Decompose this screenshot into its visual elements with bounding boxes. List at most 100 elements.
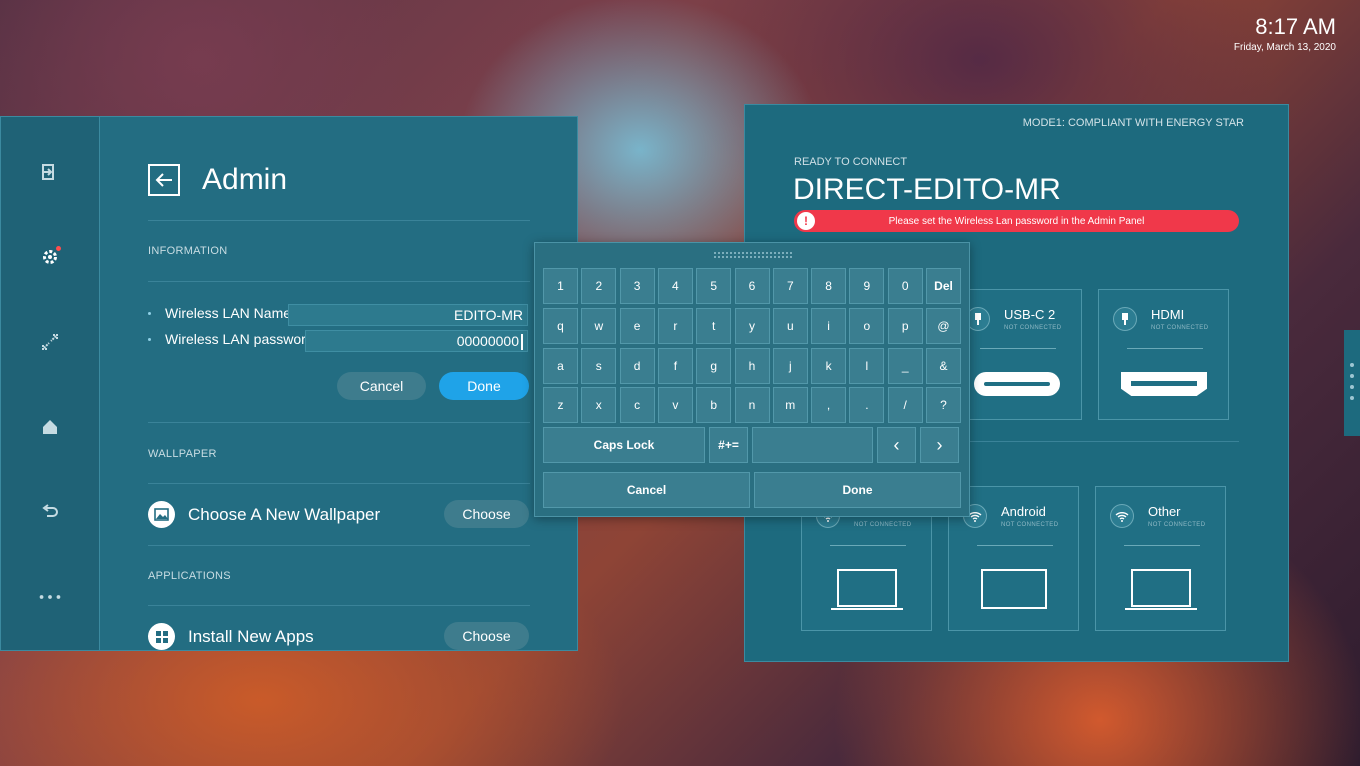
keyboard-key[interactable]: 3 bbox=[619, 268, 655, 304]
keyboard-key[interactable]: s bbox=[581, 347, 617, 384]
laptop-icon bbox=[837, 569, 897, 607]
keyboard-key[interactable]: i bbox=[811, 307, 847, 344]
keyboard-key[interactable]: 9 bbox=[849, 268, 885, 304]
undo-icon[interactable] bbox=[39, 501, 61, 523]
keyboard-key[interactable]: j bbox=[772, 347, 808, 384]
choose-apps-button[interactable]: Choose bbox=[444, 622, 529, 650]
keyboard-key[interactable]: f bbox=[657, 347, 693, 384]
wlan-password-label: Wireless LAN password: bbox=[165, 331, 318, 347]
keyboard-key[interactable]: d bbox=[619, 347, 655, 384]
keyboard-key[interactable]: / bbox=[887, 387, 923, 424]
done-button[interactable]: Done bbox=[439, 372, 529, 400]
keyboard-key[interactable]: c bbox=[619, 387, 655, 424]
alert-bar[interactable]: ! Please set the Wireless Lan password i… bbox=[794, 210, 1239, 232]
divider bbox=[980, 348, 1056, 349]
keyboard-key[interactable]: . bbox=[849, 387, 885, 424]
back-arrow-icon[interactable] bbox=[148, 164, 180, 196]
divider bbox=[148, 605, 530, 606]
divider bbox=[148, 422, 530, 423]
keyboard-key[interactable]: x bbox=[581, 387, 617, 424]
source-status: NOT CONNECTED bbox=[1004, 325, 1062, 331]
keyboard-key[interactable]: e bbox=[619, 307, 655, 344]
cursor-right-key[interactable]: › bbox=[920, 427, 959, 463]
on-screen-keyboard: 1 2 3 4 5 6 7 8 9 0 Del q w e r t y u i o p @ a s d f g h j k l _ & z x c v b… bbox=[534, 242, 970, 517]
side-drawer-handle[interactable] bbox=[1344, 330, 1360, 436]
keyboard-key[interactable]: k bbox=[811, 347, 847, 384]
source-card-usbc[interactable]: USB-C 2 NOT CONNECTED bbox=[951, 289, 1082, 420]
choose-wallpaper-button[interactable]: Choose bbox=[444, 500, 529, 528]
keyboard-key[interactable]: 6 bbox=[734, 268, 770, 304]
drag-handle[interactable] bbox=[713, 251, 793, 259]
delete-key[interactable]: Del bbox=[926, 268, 961, 304]
more-icon[interactable] bbox=[39, 586, 61, 608]
keyboard-key[interactable]: o bbox=[849, 307, 885, 344]
keyboard-key[interactable]: r bbox=[657, 307, 693, 344]
symbols-key[interactable]: #+= bbox=[709, 427, 748, 463]
keyboard-key[interactable]: a bbox=[543, 347, 578, 384]
keyboard-key[interactable]: , bbox=[811, 387, 847, 424]
bullet bbox=[148, 337, 151, 341]
keyboard-key[interactable]: m bbox=[772, 387, 808, 424]
keyboard-key[interactable]: 5 bbox=[696, 268, 732, 304]
hdmi-icon bbox=[1113, 307, 1137, 331]
gear-icon[interactable] bbox=[39, 246, 61, 268]
cursor-left-key[interactable]: ‹ bbox=[877, 427, 916, 463]
keyboard-key[interactable]: g bbox=[696, 347, 732, 384]
screen-share-icon[interactable] bbox=[39, 331, 61, 353]
source-status: NOT CONNECTED bbox=[1001, 522, 1059, 528]
sidebar bbox=[1, 117, 100, 650]
source-card-other[interactable]: Other NOT CONNECTED bbox=[1095, 486, 1226, 631]
keyboard-key[interactable]: z bbox=[543, 387, 578, 424]
caps-lock-key[interactable]: Caps Lock bbox=[543, 427, 705, 463]
keyboard-key[interactable]: v bbox=[657, 387, 693, 424]
clock-time: 8:17 AM bbox=[1255, 14, 1336, 39]
keyboard-key[interactable]: 8 bbox=[811, 268, 847, 304]
section-label-wallpaper: WALLPAPER bbox=[148, 448, 217, 460]
home-icon[interactable] bbox=[39, 416, 61, 438]
keyboard-key[interactable]: q bbox=[543, 307, 578, 344]
keyboard-cancel-button[interactable]: Cancel bbox=[543, 472, 750, 508]
keyboard-key[interactable]: w bbox=[581, 307, 617, 344]
keyboard-key[interactable]: y bbox=[734, 307, 770, 344]
sign-in-icon[interactable] bbox=[39, 161, 61, 183]
handle-dot bbox=[1350, 363, 1354, 367]
keyboard-key[interactable]: 1 bbox=[543, 268, 578, 304]
device-name: DIRECT-EDITO-MR bbox=[793, 173, 1061, 206]
space-key[interactable] bbox=[752, 427, 873, 463]
source-name: HDMI bbox=[1151, 307, 1185, 322]
source-name: Android bbox=[1001, 504, 1046, 519]
source-name: USB-C 2 bbox=[1004, 307, 1056, 322]
keyboard-key[interactable]: 0 bbox=[887, 268, 923, 304]
keyboard-key[interactable]: t bbox=[696, 307, 732, 344]
divider bbox=[1127, 348, 1203, 349]
keyboard-done-button[interactable]: Done bbox=[754, 472, 961, 508]
keyboard-key[interactable]: p bbox=[887, 307, 923, 344]
keyboard-key[interactable]: 2 bbox=[581, 268, 617, 304]
wlan-name-input[interactable]: EDITO-MR bbox=[288, 304, 528, 326]
keyboard-key[interactable]: b bbox=[696, 387, 732, 424]
section-label-applications: APPLICATIONS bbox=[148, 570, 231, 582]
divider bbox=[1124, 545, 1200, 546]
keyboard-key[interactable]: 4 bbox=[657, 268, 693, 304]
keyboard-key[interactable]: & bbox=[926, 347, 961, 384]
laptop-icon bbox=[1131, 569, 1191, 607]
divider bbox=[830, 545, 906, 546]
divider bbox=[148, 483, 530, 484]
keyboard-key[interactable]: n bbox=[734, 387, 770, 424]
wallpaper-row: Choose A New Wallpaper bbox=[148, 501, 380, 528]
source-card-hdmi[interactable]: HDMI NOT CONNECTED bbox=[1098, 289, 1229, 420]
keyboard-key[interactable]: _ bbox=[887, 347, 923, 384]
keyboard-key[interactable]: ? bbox=[926, 387, 961, 424]
wallpaper-item-label: Choose A New Wallpaper bbox=[188, 504, 381, 524]
cancel-button[interactable]: Cancel bbox=[337, 372, 426, 400]
wlan-name-row: Wireless LAN Name: bbox=[148, 305, 295, 321]
keyboard-key[interactable]: u bbox=[772, 307, 808, 344]
keyboard-key[interactable]: l bbox=[849, 347, 885, 384]
source-name: Other bbox=[1148, 504, 1181, 519]
keyboard-key[interactable]: h bbox=[734, 347, 770, 384]
keyboard-key[interactable]: 7 bbox=[772, 268, 808, 304]
admin-panel: Admin INFORMATION Wireless LAN Name: EDI… bbox=[0, 116, 578, 651]
keyboard-key[interactable]: @ bbox=[926, 307, 961, 344]
notification-dot bbox=[56, 246, 61, 251]
wlan-password-input[interactable]: 00000000 bbox=[305, 330, 528, 352]
